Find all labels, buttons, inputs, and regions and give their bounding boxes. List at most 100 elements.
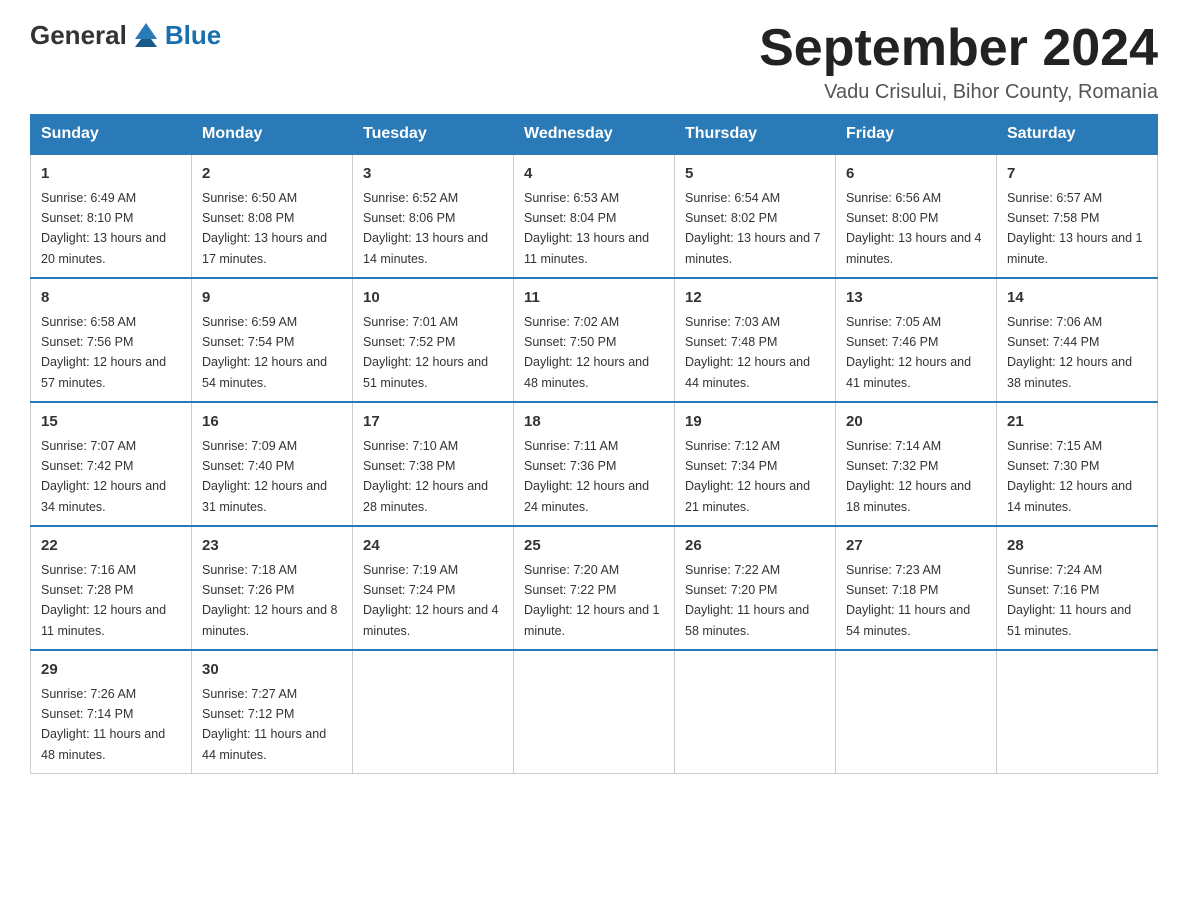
day-number: 22: [41, 535, 181, 558]
logo-general-text: General: [30, 20, 127, 51]
days-header-row: Sunday Monday Tuesday Wednesday Thursday…: [31, 115, 1158, 155]
day-number: 13: [846, 287, 986, 310]
day-number: 28: [1007, 535, 1147, 558]
day-number: 1: [41, 163, 181, 186]
page-header: General Blue September 2024 Vadu Crisulu…: [30, 20, 1158, 104]
day-info: Sunrise: 7:10 AMSunset: 7:38 PMDaylight:…: [363, 439, 488, 514]
day-info: Sunrise: 7:27 AMSunset: 7:12 PMDaylight:…: [202, 687, 326, 762]
day-info: Sunrise: 7:16 AMSunset: 7:28 PMDaylight:…: [41, 563, 166, 638]
day-cell: 15 Sunrise: 7:07 AMSunset: 7:42 PMDaylig…: [31, 402, 192, 526]
day-info: Sunrise: 7:19 AMSunset: 7:24 PMDaylight:…: [363, 563, 499, 638]
day-info: Sunrise: 7:06 AMSunset: 7:44 PMDaylight:…: [1007, 315, 1132, 390]
header-thursday: Thursday: [675, 115, 836, 155]
day-number: 4: [524, 163, 664, 186]
day-number: 14: [1007, 287, 1147, 310]
day-cell: 5 Sunrise: 6:54 AMSunset: 8:02 PMDayligh…: [675, 154, 836, 278]
day-info: Sunrise: 7:03 AMSunset: 7:48 PMDaylight:…: [685, 315, 810, 390]
day-cell: 1 Sunrise: 6:49 AMSunset: 8:10 PMDayligh…: [31, 154, 192, 278]
day-cell: 30 Sunrise: 7:27 AMSunset: 7:12 PMDaylig…: [192, 650, 353, 774]
day-number: 19: [685, 411, 825, 434]
week-row-2: 8 Sunrise: 6:58 AMSunset: 7:56 PMDayligh…: [31, 278, 1158, 402]
logo-icon: [131, 17, 161, 47]
day-info: Sunrise: 7:11 AMSunset: 7:36 PMDaylight:…: [524, 439, 649, 514]
day-number: 10: [363, 287, 503, 310]
day-info: Sunrise: 7:24 AMSunset: 7:16 PMDaylight:…: [1007, 563, 1131, 638]
day-cell: 20 Sunrise: 7:14 AMSunset: 7:32 PMDaylig…: [836, 402, 997, 526]
day-cell: 25 Sunrise: 7:20 AMSunset: 7:22 PMDaylig…: [514, 526, 675, 650]
day-cell: 24 Sunrise: 7:19 AMSunset: 7:24 PMDaylig…: [353, 526, 514, 650]
day-number: 12: [685, 287, 825, 310]
day-info: Sunrise: 6:57 AMSunset: 7:58 PMDaylight:…: [1007, 191, 1143, 266]
day-number: 2: [202, 163, 342, 186]
day-number: 8: [41, 287, 181, 310]
day-cell: 21 Sunrise: 7:15 AMSunset: 7:30 PMDaylig…: [997, 402, 1158, 526]
day-number: 7: [1007, 163, 1147, 186]
day-info: Sunrise: 7:05 AMSunset: 7:46 PMDaylight:…: [846, 315, 971, 390]
day-cell: 22 Sunrise: 7:16 AMSunset: 7:28 PMDaylig…: [31, 526, 192, 650]
day-cell: [997, 650, 1158, 774]
day-info: Sunrise: 6:56 AMSunset: 8:00 PMDaylight:…: [846, 191, 982, 266]
day-cell: 2 Sunrise: 6:50 AMSunset: 8:08 PMDayligh…: [192, 154, 353, 278]
day-cell: 3 Sunrise: 6:52 AMSunset: 8:06 PMDayligh…: [353, 154, 514, 278]
day-cell: 17 Sunrise: 7:10 AMSunset: 7:38 PMDaylig…: [353, 402, 514, 526]
logo: General Blue: [30, 20, 221, 51]
header-monday: Monday: [192, 115, 353, 155]
day-number: 3: [363, 163, 503, 186]
day-info: Sunrise: 6:58 AMSunset: 7:56 PMDaylight:…: [41, 315, 166, 390]
day-number: 24: [363, 535, 503, 558]
week-row-1: 1 Sunrise: 6:49 AMSunset: 8:10 PMDayligh…: [31, 154, 1158, 278]
day-info: Sunrise: 7:07 AMSunset: 7:42 PMDaylight:…: [41, 439, 166, 514]
day-cell: 18 Sunrise: 7:11 AMSunset: 7:36 PMDaylig…: [514, 402, 675, 526]
day-info: Sunrise: 7:20 AMSunset: 7:22 PMDaylight:…: [524, 563, 660, 638]
day-cell: 13 Sunrise: 7:05 AMSunset: 7:46 PMDaylig…: [836, 278, 997, 402]
week-row-3: 15 Sunrise: 7:07 AMSunset: 7:42 PMDaylig…: [31, 402, 1158, 526]
day-cell: [675, 650, 836, 774]
day-info: Sunrise: 7:14 AMSunset: 7:32 PMDaylight:…: [846, 439, 971, 514]
day-cell: [353, 650, 514, 774]
day-info: Sunrise: 7:09 AMSunset: 7:40 PMDaylight:…: [202, 439, 327, 514]
day-cell: 16 Sunrise: 7:09 AMSunset: 7:40 PMDaylig…: [192, 402, 353, 526]
day-number: 29: [41, 659, 181, 682]
day-number: 26: [685, 535, 825, 558]
day-info: Sunrise: 6:54 AMSunset: 8:02 PMDaylight:…: [685, 191, 821, 266]
header-sunday: Sunday: [31, 115, 192, 155]
day-number: 5: [685, 163, 825, 186]
day-number: 18: [524, 411, 664, 434]
day-cell: 28 Sunrise: 7:24 AMSunset: 7:16 PMDaylig…: [997, 526, 1158, 650]
day-number: 27: [846, 535, 986, 558]
day-cell: 23 Sunrise: 7:18 AMSunset: 7:26 PMDaylig…: [192, 526, 353, 650]
day-info: Sunrise: 7:22 AMSunset: 7:20 PMDaylight:…: [685, 563, 809, 638]
week-row-4: 22 Sunrise: 7:16 AMSunset: 7:28 PMDaylig…: [31, 526, 1158, 650]
day-cell: 4 Sunrise: 6:53 AMSunset: 8:04 PMDayligh…: [514, 154, 675, 278]
day-info: Sunrise: 6:49 AMSunset: 8:10 PMDaylight:…: [41, 191, 166, 266]
day-info: Sunrise: 6:59 AMSunset: 7:54 PMDaylight:…: [202, 315, 327, 390]
logo-blue-text: Blue: [165, 20, 221, 51]
day-cell: 29 Sunrise: 7:26 AMSunset: 7:14 PMDaylig…: [31, 650, 192, 774]
day-cell: 7 Sunrise: 6:57 AMSunset: 7:58 PMDayligh…: [997, 154, 1158, 278]
day-info: Sunrise: 7:02 AMSunset: 7:50 PMDaylight:…: [524, 315, 649, 390]
day-number: 11: [524, 287, 664, 310]
day-cell: 19 Sunrise: 7:12 AMSunset: 7:34 PMDaylig…: [675, 402, 836, 526]
day-number: 17: [363, 411, 503, 434]
day-cell: 8 Sunrise: 6:58 AMSunset: 7:56 PMDayligh…: [31, 278, 192, 402]
day-info: Sunrise: 7:26 AMSunset: 7:14 PMDaylight:…: [41, 687, 165, 762]
day-cell: 9 Sunrise: 6:59 AMSunset: 7:54 PMDayligh…: [192, 278, 353, 402]
day-number: 16: [202, 411, 342, 434]
day-cell: 10 Sunrise: 7:01 AMSunset: 7:52 PMDaylig…: [353, 278, 514, 402]
day-cell: 6 Sunrise: 6:56 AMSunset: 8:00 PMDayligh…: [836, 154, 997, 278]
day-number: 9: [202, 287, 342, 310]
day-info: Sunrise: 7:18 AMSunset: 7:26 PMDaylight:…: [202, 563, 338, 638]
day-number: 30: [202, 659, 342, 682]
day-info: Sunrise: 7:01 AMSunset: 7:52 PMDaylight:…: [363, 315, 488, 390]
day-cell: 14 Sunrise: 7:06 AMSunset: 7:44 PMDaylig…: [997, 278, 1158, 402]
month-title: September 2024: [759, 20, 1158, 77]
day-cell: 11 Sunrise: 7:02 AMSunset: 7:50 PMDaylig…: [514, 278, 675, 402]
title-area: September 2024 Vadu Crisului, Bihor Coun…: [759, 20, 1158, 104]
day-number: 6: [846, 163, 986, 186]
day-cell: [514, 650, 675, 774]
header-friday: Friday: [836, 115, 997, 155]
day-info: Sunrise: 6:52 AMSunset: 8:06 PMDaylight:…: [363, 191, 488, 266]
day-number: 23: [202, 535, 342, 558]
day-cell: 27 Sunrise: 7:23 AMSunset: 7:18 PMDaylig…: [836, 526, 997, 650]
location-subtitle: Vadu Crisului, Bihor County, Romania: [759, 81, 1158, 104]
